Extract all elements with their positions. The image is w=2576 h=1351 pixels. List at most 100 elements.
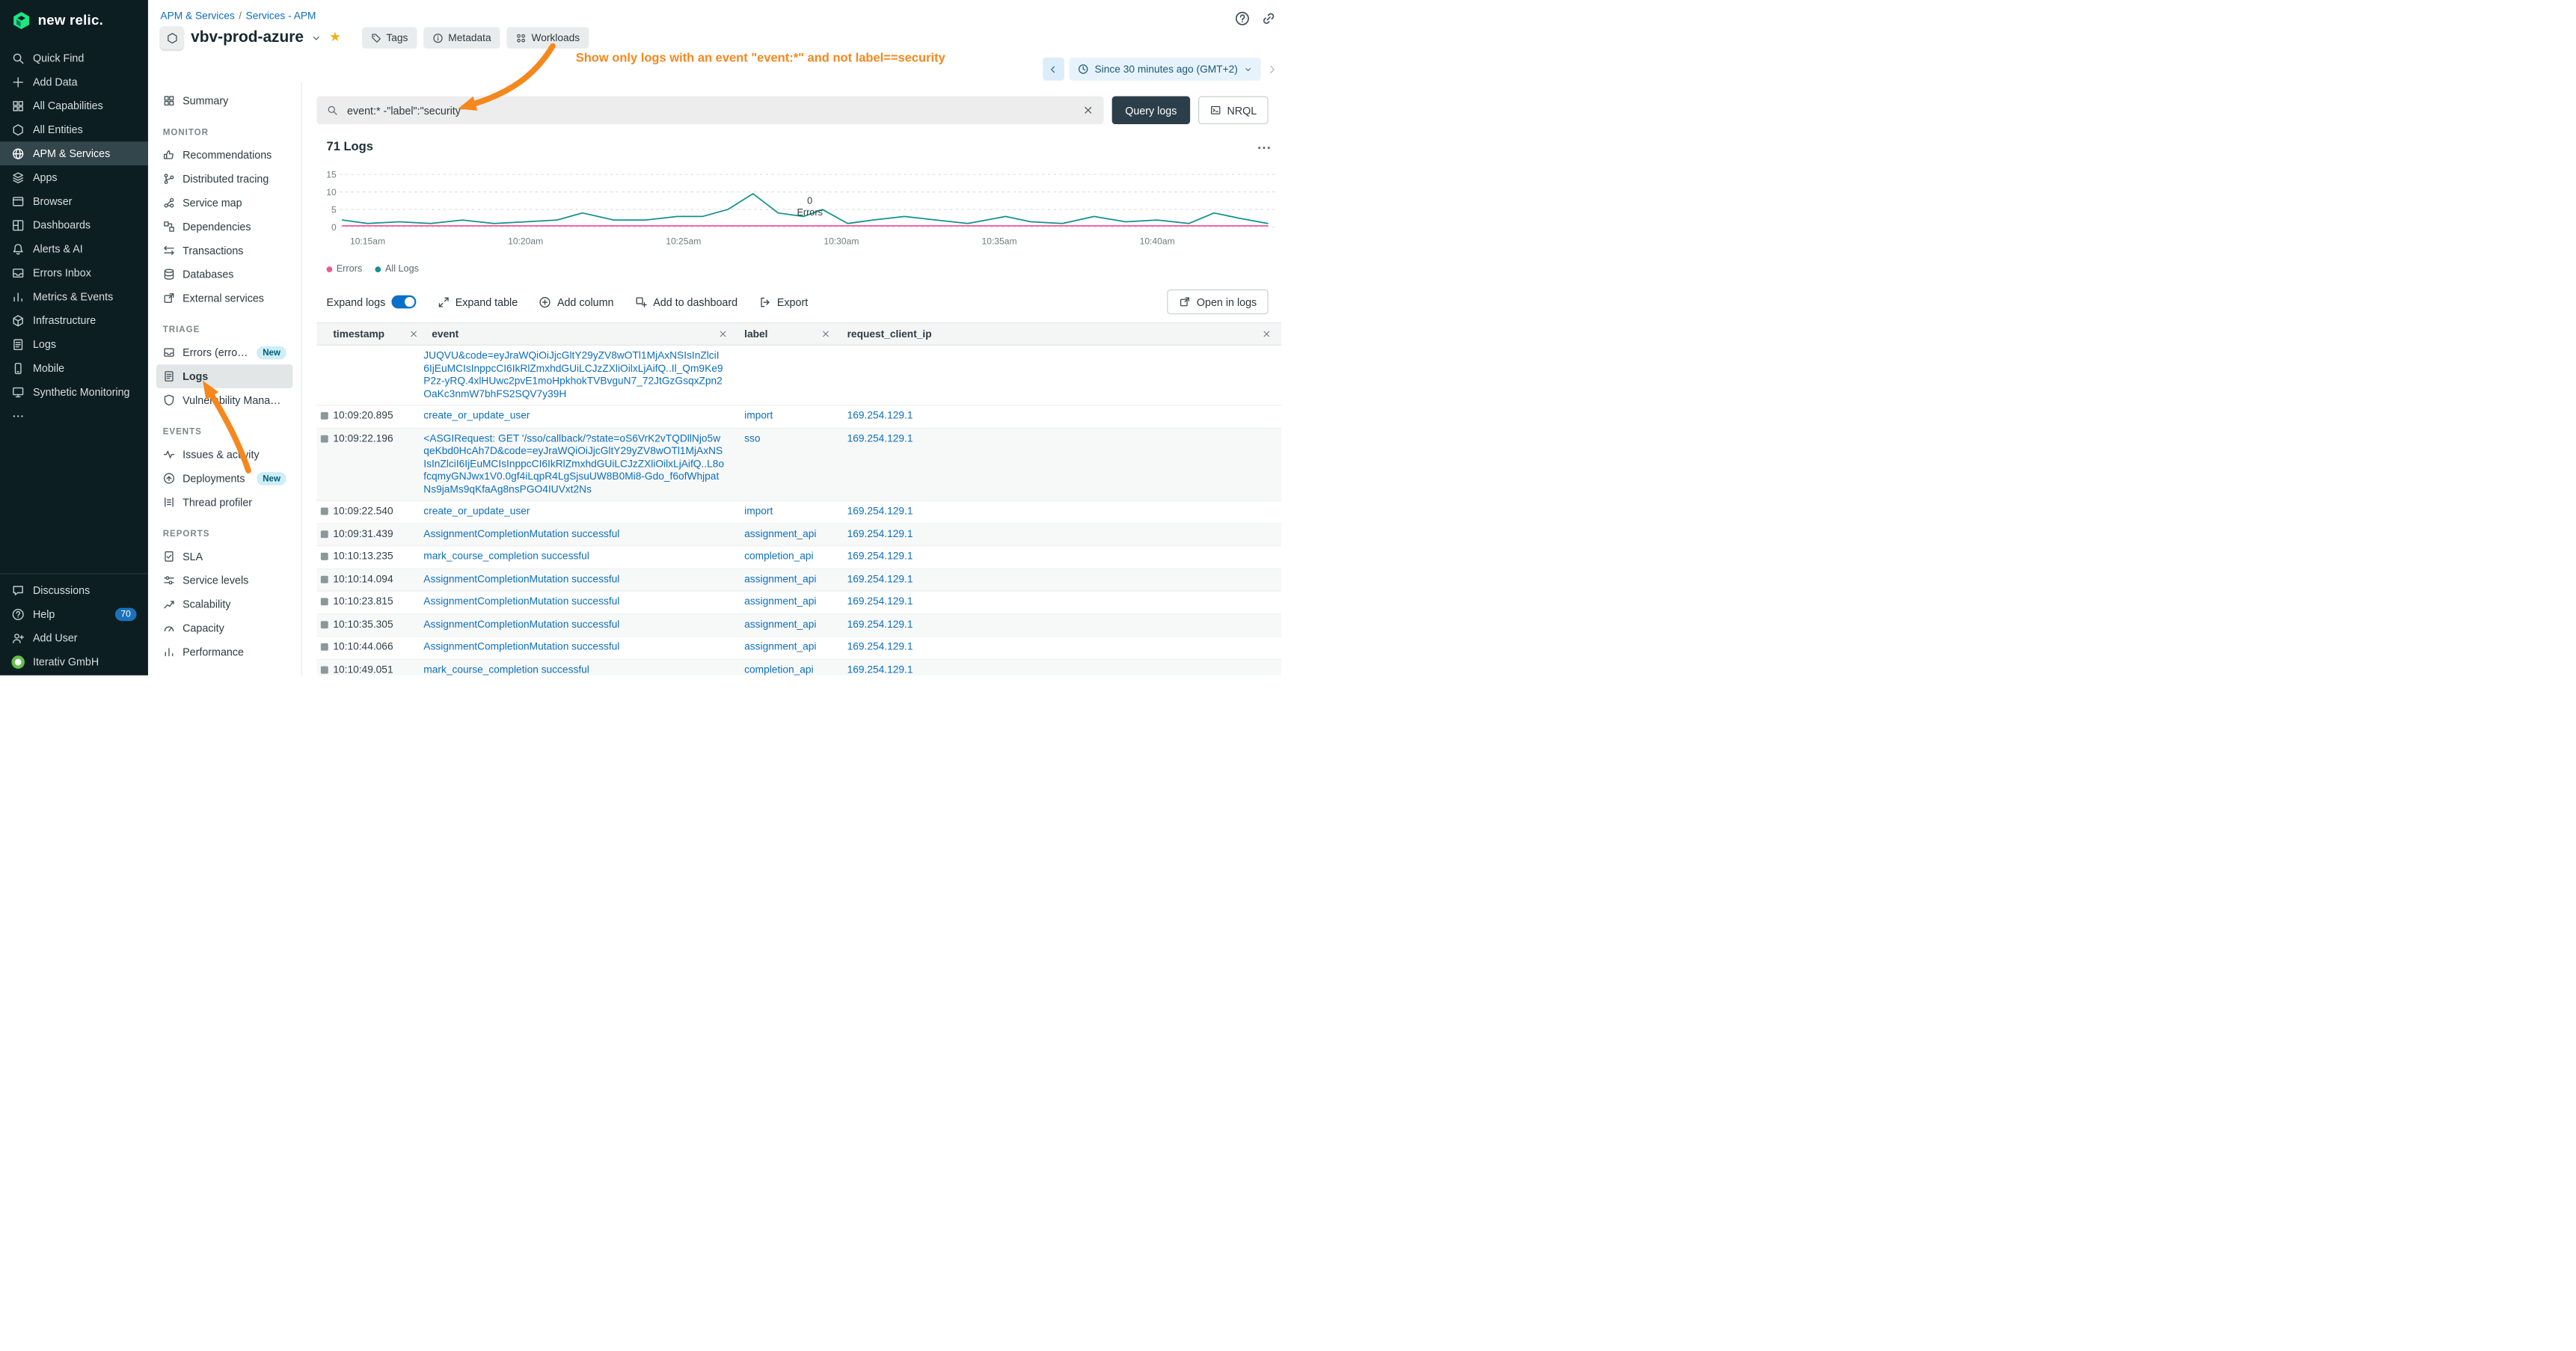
- sidebar-item-discussions[interactable]: Discussions: [0, 578, 148, 602]
- log-label-link[interactable]: import: [744, 505, 838, 518]
- add-to-dashboard-button[interactable]: Add to dashboard: [635, 295, 737, 307]
- more-options-button[interactable]: ...: [1257, 137, 1272, 153]
- legend-all-logs[interactable]: All Logs: [375, 264, 419, 274]
- time-back-button[interactable]: [1043, 58, 1064, 81]
- log-event-link[interactable]: AssignmentCompletionMutation successful: [423, 527, 724, 540]
- expand-logs-toggle[interactable]: Expand logs: [327, 295, 416, 309]
- sidebar-item-add-user[interactable]: Add User: [0, 626, 148, 650]
- log-event-link[interactable]: create_or_update_user: [423, 505, 724, 518]
- sidebar-item-synthetic-monitoring[interactable]: Synthetic Monitoring: [0, 380, 148, 404]
- log-label-link[interactable]: assignment_api: [744, 641, 838, 654]
- newrelic-logo[interactable]: new relic.: [0, 0, 148, 41]
- sidebar-item-add-data[interactable]: Add Data: [0, 70, 148, 94]
- nav2-item-sla[interactable]: SLA: [156, 545, 293, 569]
- column-header-event[interactable]: event: [432, 328, 459, 340]
- log-request-client-ip-link[interactable]: 169.254.129.1: [847, 410, 1282, 423]
- time-forward-icon[interactable]: [1266, 63, 1278, 75]
- log-event-link[interactable]: AssignmentCompletionMutation successful: [423, 618, 724, 631]
- logs-timeseries-chart[interactable]: 05101510:15am10:20am10:25am10:30am10:35a…: [316, 165, 1287, 250]
- log-request-client-ip-link[interactable]: 169.254.129.1: [847, 551, 1282, 563]
- legend-errors[interactable]: Errors: [327, 264, 363, 274]
- nrql-button[interactable]: NRQL: [1198, 96, 1269, 124]
- row-select-icon[interactable]: [321, 575, 328, 583]
- log-label-link[interactable]: import: [744, 410, 838, 423]
- sidebar-item-infrastructure[interactable]: Infrastructure: [0, 308, 148, 332]
- nav2-item-deployments[interactable]: DeploymentsNew: [156, 466, 293, 490]
- logs-search-box[interactable]: [316, 96, 1103, 124]
- log-event-link[interactable]: AssignmentCompletionMutation successful: [423, 573, 724, 586]
- nav2-item-issues-activity[interactable]: Issues & activity: [156, 443, 293, 467]
- log-request-client-ip-link[interactable]: 169.254.129.1: [847, 641, 1282, 654]
- log-request-client-ip-link[interactable]: 169.254.129.1: [847, 527, 1282, 540]
- nav2-item-databases[interactable]: Databases: [156, 263, 293, 287]
- column-header-label[interactable]: label: [744, 328, 767, 340]
- help-icon[interactable]: [1234, 10, 1250, 26]
- nav2-item-external-services[interactable]: External services: [156, 287, 293, 310]
- sidebar-item-apm-services[interactable]: APM & Services: [0, 141, 148, 165]
- log-label-link[interactable]: assignment_api: [744, 527, 838, 540]
- log-event-link[interactable]: JUQVU&code=eyJraWQiOiJjcGltY29yZV8wOTl1M…: [423, 349, 724, 400]
- log-label-link[interactable]: assignment_api: [744, 573, 838, 586]
- column-header-timestamp[interactable]: timestamp: [333, 328, 384, 340]
- log-event-link[interactable]: AssignmentCompletionMutation successful: [423, 641, 724, 654]
- nav2-item-recommendations[interactable]: Recommendations: [156, 143, 293, 167]
- log-event-link[interactable]: create_or_update_user: [423, 410, 724, 423]
- nav2-item-summary[interactable]: Summary: [156, 89, 293, 113]
- row-select-icon[interactable]: [321, 621, 328, 628]
- toggle-on-icon[interactable]: [391, 295, 416, 309]
- expand-table-button[interactable]: Expand table: [438, 295, 518, 307]
- logs-query-input[interactable]: [346, 103, 1075, 117]
- row-select-icon[interactable]: [321, 643, 328, 651]
- log-label-link[interactable]: assignment_api: [744, 618, 838, 631]
- sidebar-item-dashboards[interactable]: Dashboards: [0, 213, 148, 237]
- log-request-client-ip-link[interactable]: 169.254.129.1: [847, 618, 1282, 631]
- log-event-link[interactable]: AssignmentCompletionMutation successful: [423, 595, 724, 608]
- workloads-button[interactable]: Workloads: [506, 27, 589, 49]
- nav2-item-thread-profiler[interactable]: Thread profiler: [156, 490, 293, 514]
- breadcrumb-link-apm-services[interactable]: APM & Services: [160, 10, 234, 21]
- sidebar-item-all-entities[interactable]: All Entities: [0, 117, 148, 141]
- row-select-icon[interactable]: [321, 666, 328, 673]
- row-select-icon[interactable]: [321, 412, 328, 420]
- log-label-link[interactable]: completion_api: [744, 664, 838, 676]
- nav2-item-dependencies[interactable]: Dependencies: [156, 215, 293, 239]
- open-in-logs-button[interactable]: Open in logs: [1167, 290, 1268, 314]
- nav2-item-vulnerability-management[interactable]: Vulnerability Management: [156, 388, 293, 412]
- entity-chevron-down-icon[interactable]: [311, 32, 322, 43]
- row-select-icon[interactable]: [321, 507, 328, 515]
- entity-title[interactable]: vbv-prod-azure: [191, 28, 304, 46]
- metadata-button[interactable]: Metadata: [423, 27, 500, 49]
- sidebar-item-all-capabilities[interactable]: All Capabilities: [0, 94, 148, 117]
- remove-event-column-icon[interactable]: [718, 329, 728, 339]
- row-select-icon[interactable]: [321, 435, 328, 442]
- log-request-client-ip-link[interactable]: 169.254.129.1: [847, 664, 1282, 676]
- permalink-icon[interactable]: [1261, 10, 1277, 26]
- sidebar-item-apps[interactable]: Apps: [0, 165, 148, 189]
- sidebar-item-more[interactable]: [0, 404, 148, 428]
- nav2-item-capacity[interactable]: Capacity: [156, 616, 293, 640]
- sidebar-item-errors-inbox[interactable]: Errors Inbox: [0, 261, 148, 285]
- log-label-link[interactable]: sso: [744, 432, 838, 445]
- log-event-link[interactable]: mark_course_completion successful: [423, 551, 724, 563]
- sidebar-item-help[interactable]: Help70: [0, 602, 148, 626]
- add-column-button[interactable]: Add column: [539, 295, 614, 307]
- sidebar-item-browser[interactable]: Browser: [0, 189, 148, 213]
- sidebar-item-quick-find[interactable]: Quick Find: [0, 46, 148, 70]
- remove-label-column-icon[interactable]: [821, 329, 830, 339]
- log-request-client-ip-link[interactable]: 169.254.129.1: [847, 432, 1282, 445]
- row-select-icon[interactable]: [321, 598, 328, 605]
- sidebar-item-iterativ-gmbh[interactable]: Iterativ GmbH: [0, 650, 148, 674]
- log-label-link[interactable]: completion_api: [744, 551, 838, 563]
- log-request-client-ip-link[interactable]: 169.254.129.1: [847, 505, 1282, 518]
- log-request-client-ip-link[interactable]: 169.254.129.1: [847, 595, 1282, 608]
- nav2-item-transactions[interactable]: Transactions: [156, 239, 293, 263]
- remove-request-client-ip-column-icon[interactable]: [1262, 329, 1272, 339]
- sidebar-item-logs[interactable]: Logs: [0, 332, 148, 356]
- export-button[interactable]: Export: [759, 295, 809, 307]
- clear-search-icon[interactable]: [1082, 105, 1094, 116]
- log-event-link[interactable]: <ASGIRequest: GET '/sso/callback/?state=…: [423, 432, 724, 496]
- row-select-icon[interactable]: [321, 553, 328, 560]
- column-header-request-client-ip[interactable]: request_client_ip: [847, 328, 932, 340]
- row-select-icon[interactable]: [321, 530, 328, 538]
- log-label-link[interactable]: assignment_api: [744, 595, 838, 608]
